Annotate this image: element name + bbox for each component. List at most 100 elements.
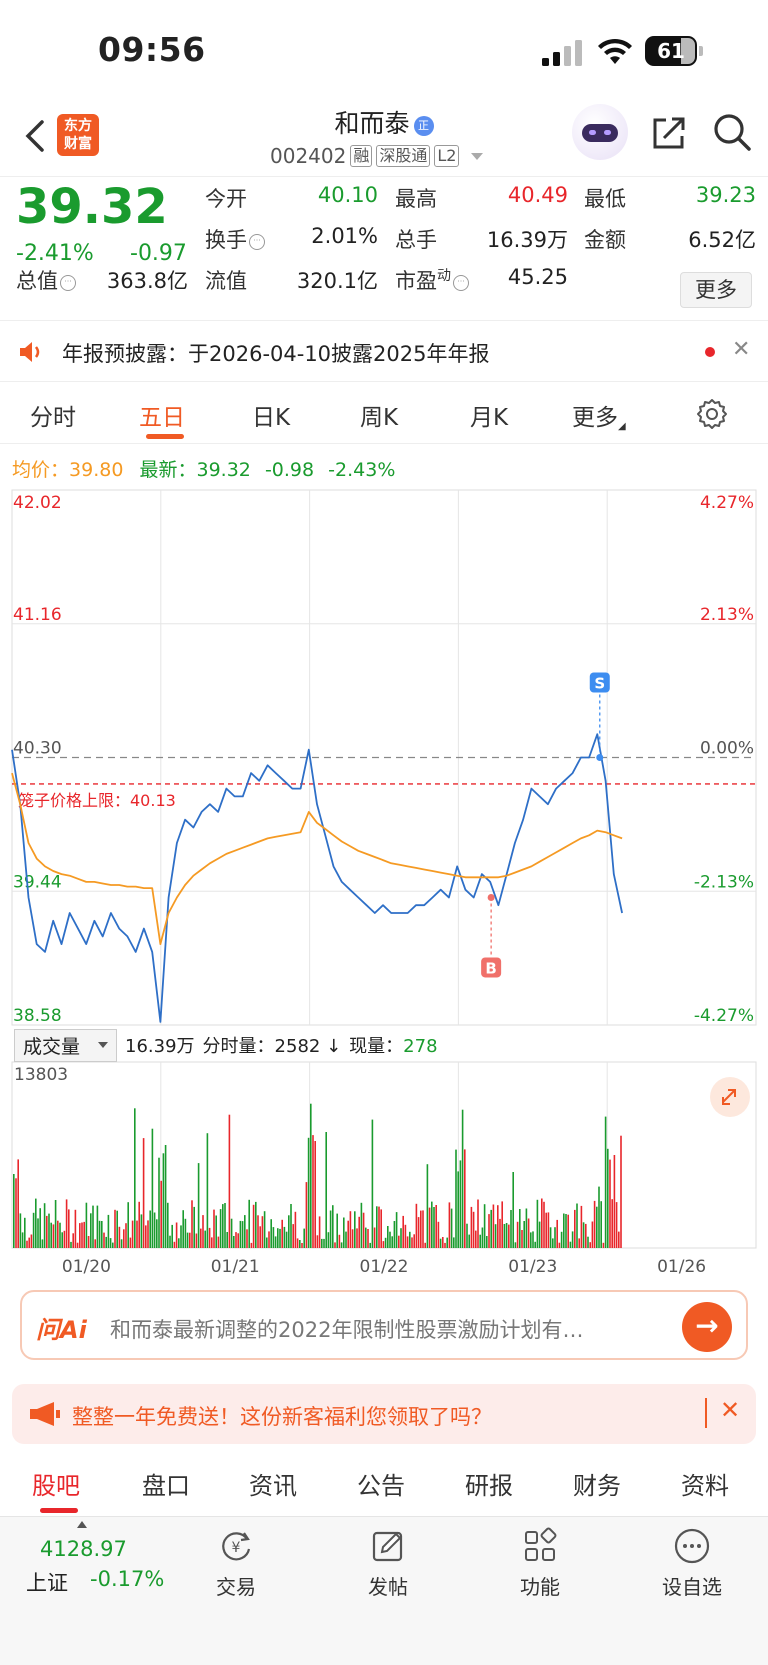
x-tick-label: 01/20: [62, 1257, 111, 1277]
volume-bar: [250, 1242, 253, 1248]
nav-post[interactable]: 发帖: [338, 1527, 438, 1600]
info-icon[interactable]: ···: [249, 234, 265, 250]
five-day-chart[interactable]: 42.02 4.27% 41.16 2.13% 40.30 0.00% 39.44 -2.13…: [0, 485, 768, 1390]
volume-bar: [175, 1222, 178, 1248]
more-quote-button[interactable]: 更多: [680, 272, 752, 308]
volume-bar: [455, 1149, 457, 1248]
volume-bar: [158, 1157, 160, 1248]
volume-bar: [428, 1207, 431, 1248]
volume-bar: [321, 1238, 323, 1248]
close-icon[interactable]: ✕: [732, 337, 750, 362]
volume-indicator-select[interactable]: 成交量: [14, 1028, 118, 1062]
megaphone-icon: [30, 1402, 60, 1426]
volume-bar: [393, 1221, 396, 1248]
tab-announcements[interactable]: 公告: [357, 1466, 405, 1501]
info-icon[interactable]: ···: [453, 275, 469, 291]
volume-bar: [358, 1216, 360, 1248]
volume-bar: [327, 1232, 330, 1248]
volume-bar: [224, 1203, 226, 1248]
volume-bar: [263, 1211, 266, 1248]
volume-bar: [81, 1222, 83, 1248]
tab-financials[interactable]: 财务: [573, 1466, 621, 1501]
volume-bar: [19, 1213, 22, 1248]
volume-bar: [134, 1108, 136, 1248]
volume-bar: [598, 1186, 600, 1248]
expand-icon[interactable]: [710, 1077, 750, 1117]
stock-code: 002402: [270, 144, 347, 168]
volume-bar: [596, 1206, 598, 1248]
open-value: 40.10: [317, 183, 378, 207]
tab-more[interactable]: 更多◢: [572, 398, 626, 432]
nav-functions[interactable]: 功能: [490, 1527, 590, 1600]
volume-bar: [587, 1236, 589, 1248]
volume-bar: [411, 1237, 413, 1248]
volume-bar: [398, 1235, 400, 1248]
tab-five-day[interactable]: 五日: [139, 398, 185, 432]
volume-bar: [351, 1229, 354, 1248]
close-icon[interactable]: ✕: [720, 1396, 740, 1424]
promo-banner[interactable]: 整整一年免费送！这份新客福利您领取了吗？ ✕: [12, 1384, 756, 1444]
volume-bar: [153, 1212, 156, 1248]
volume-bar: [70, 1241, 72, 1248]
volume-bar: [191, 1200, 193, 1248]
volume-bar: [461, 1109, 464, 1248]
index-ticker[interactable]: 4128.97 上证 -0.17%: [22, 1521, 164, 1601]
volume-bar: [435, 1205, 437, 1248]
avg-value: 39.80: [69, 459, 124, 481]
volume-bar: [404, 1224, 407, 1248]
tab-guba[interactable]: 股吧: [32, 1466, 80, 1501]
volume-bar: [160, 1180, 162, 1248]
volume-bar: [576, 1203, 578, 1248]
volume-bar: [431, 1201, 433, 1248]
volume-bar: [459, 1160, 462, 1248]
volume-bar: [162, 1153, 165, 1248]
volume-bar: [472, 1211, 475, 1248]
nav-trade[interactable]: ¥ 交易: [186, 1527, 286, 1600]
tab-orderbook[interactable]: 盘口: [142, 1466, 190, 1501]
volume-bar: [373, 1227, 376, 1248]
volume-bar: [195, 1233, 198, 1248]
volume-bar: [46, 1215, 48, 1248]
info-icon[interactable]: ···: [60, 275, 76, 291]
stock-code-row[interactable]: 002402 融 深股通 L2: [270, 144, 484, 168]
volume-bar: [109, 1238, 112, 1248]
tab-weekly-k[interactable]: 周K: [360, 398, 398, 432]
tab-research[interactable]: 研报: [465, 1466, 513, 1501]
grid-icon: [525, 1527, 557, 1561]
volume-bar: [534, 1241, 536, 1248]
index-value: 4128.97: [40, 1537, 127, 1561]
volume-bar: [296, 1238, 299, 1248]
share-icon[interactable]: [650, 114, 688, 152]
search-icon[interactable]: [712, 112, 752, 152]
volume-bar: [488, 1214, 490, 1248]
volume-bar: [211, 1237, 213, 1248]
volume-bar: [371, 1119, 374, 1248]
ai-robot-avatar[interactable]: [572, 104, 628, 160]
nav-add-watchlist[interactable]: 设自选: [642, 1527, 742, 1600]
volume-bar: [501, 1201, 503, 1248]
volume-bar: [235, 1232, 237, 1248]
tab-news[interactable]: 资讯: [249, 1466, 297, 1501]
volume-bar: [178, 1238, 180, 1248]
volume-bar: [578, 1238, 580, 1248]
ai-ask-bar[interactable]: 问Ai 和而泰最新调整的2022年限制性股票激励计划有… →: [20, 1290, 748, 1360]
tab-daily-k[interactable]: 日K: [252, 398, 290, 432]
volume-bar: [512, 1172, 514, 1248]
tab-profile[interactable]: 资料: [681, 1466, 729, 1501]
volume-bar: [189, 1232, 191, 1248]
volume-bar: [112, 1242, 114, 1248]
tab-intraday[interactable]: 分时: [30, 398, 76, 432]
y-tick-right: 4.27%: [700, 493, 754, 513]
volume-bar: [43, 1203, 46, 1248]
ai-logo: 问Ai: [36, 1316, 87, 1344]
volume-bar: [281, 1219, 283, 1248]
volume-bar: [565, 1214, 567, 1248]
notice-bar[interactable]: 年报预披露：于2026-04-10披露2025年年报 ✕: [0, 320, 768, 382]
gear-icon[interactable]: [696, 398, 728, 430]
volume-bar: [292, 1224, 294, 1248]
arrow-right-icon[interactable]: →: [682, 1302, 732, 1352]
volume-bar: [182, 1210, 184, 1248]
tab-monthly-k[interactable]: 月K: [470, 398, 508, 432]
volume-bar: [446, 1237, 448, 1248]
marker-dot: [487, 893, 495, 901]
